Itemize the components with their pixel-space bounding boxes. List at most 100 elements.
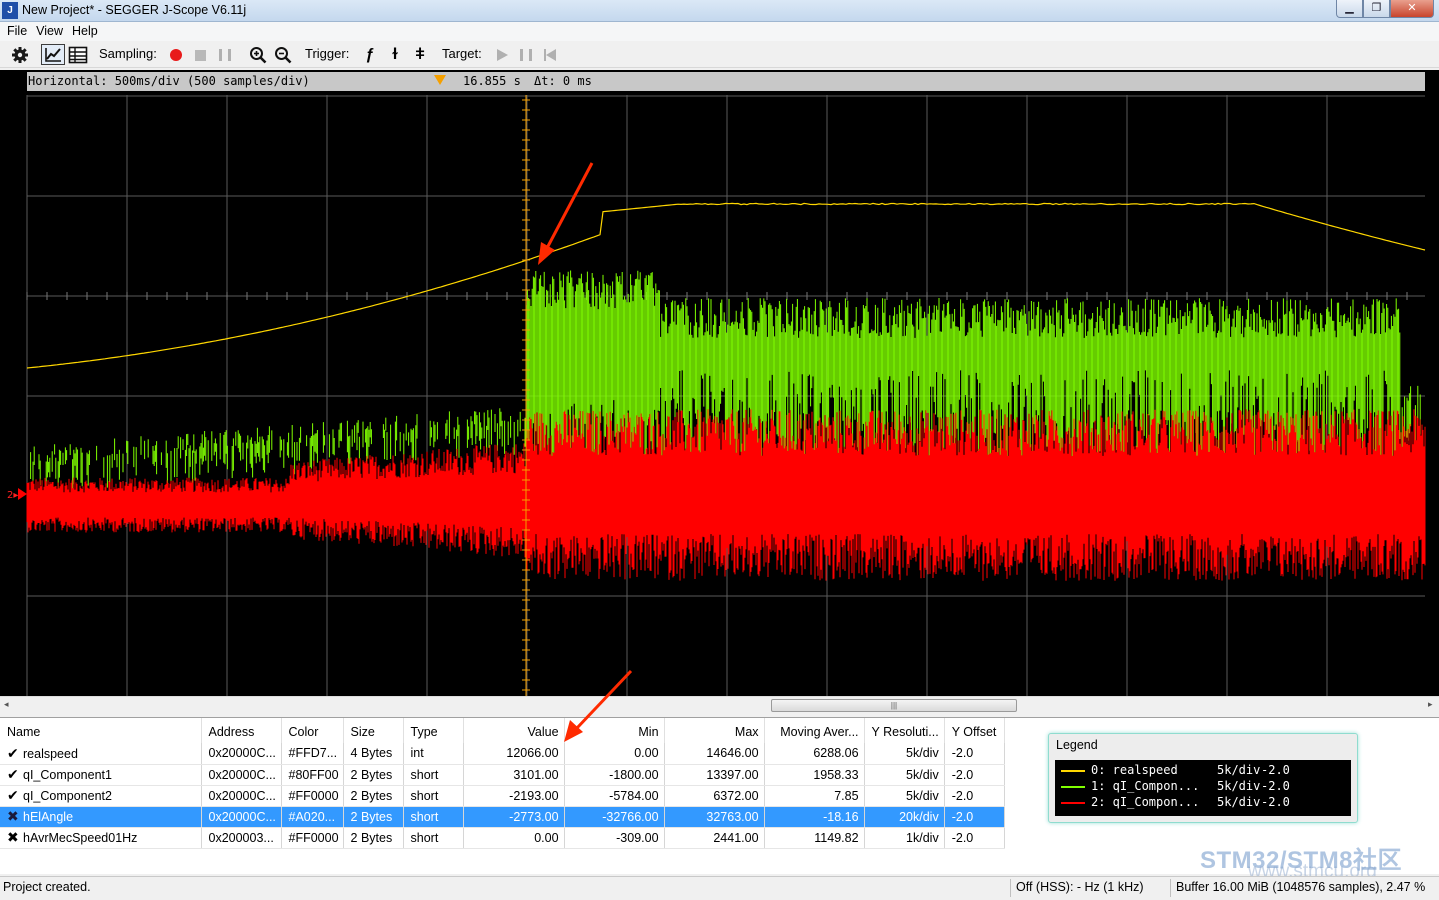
status-bar: Project created. Off (HSS): - Hz (1 kHz)… bbox=[0, 876, 1439, 900]
cross-icon[interactable]: ✖ bbox=[7, 808, 21, 825]
col-type[interactable]: Type bbox=[403, 718, 464, 743]
cross-icon[interactable]: ✖ bbox=[7, 829, 21, 846]
oscilloscope-view[interactable]: Horizontal: 500ms/div (500 samples/div) … bbox=[0, 70, 1439, 696]
channel-offset-marker[interactable]: 2▸ bbox=[7, 490, 18, 501]
legend-title: Legend bbox=[1056, 738, 1098, 752]
legend-resolution: 5k/div bbox=[1217, 763, 1261, 777]
cell-value: -2193.00 bbox=[463, 785, 565, 807]
col-color[interactable]: Color bbox=[281, 718, 344, 743]
col-size[interactable]: Size bbox=[343, 718, 404, 743]
legend-label: 1: qI_Compon... bbox=[1091, 779, 1200, 793]
cell-name: ✔ qI_Component1 bbox=[0, 764, 202, 786]
trigger-falling-button[interactable]: ɫ bbox=[387, 45, 403, 65]
cell-min: -1800.00 bbox=[564, 764, 665, 786]
legend-entry: 1: qI_Compon... 5k/div -2.0 bbox=[1055, 779, 1351, 795]
cell-name: ✖ hAvrMecSpeed01Hz bbox=[0, 827, 202, 849]
table-row[interactable]: ✔ realspeed 0x20000C... #FFD7... 4 Bytes int 1… bbox=[0, 743, 1005, 765]
cell-name: ✔ realspeed bbox=[0, 743, 202, 765]
trigger-rising-button[interactable]: ƒ bbox=[362, 45, 378, 65]
table-header-row: Name Address Color Size Type Value Min M… bbox=[0, 718, 1005, 743]
cell-yres: 1k/div bbox=[864, 827, 945, 849]
col-min[interactable]: Min bbox=[564, 718, 665, 743]
minimize-button[interactable]: ▁ bbox=[1336, 0, 1363, 18]
col-name[interactable]: Name bbox=[0, 718, 202, 743]
waveform-plot[interactable] bbox=[0, 70, 1439, 696]
status-message: Project created. bbox=[3, 880, 91, 894]
play-icon bbox=[496, 49, 508, 61]
stop-button[interactable] bbox=[192, 45, 208, 65]
cell-min: -309.00 bbox=[564, 827, 665, 849]
scope-info-bar: Horizontal: 500ms/div (500 samples/div) … bbox=[27, 72, 1425, 91]
table-row[interactable]: ✖ hElAngle 0x20000C... #A020... 2 Bytes short… bbox=[0, 806, 1005, 828]
trigger-both-icon: ǂ bbox=[415, 46, 425, 63]
scroll-right-icon[interactable]: ▸ bbox=[1428, 699, 1433, 710]
cell-yoff: -2.0 bbox=[944, 827, 1005, 849]
menu-file[interactable]: File bbox=[3, 22, 32, 41]
cell-yoff: -2.0 bbox=[944, 806, 1005, 828]
target-play-button[interactable] bbox=[495, 45, 509, 65]
scroll-thumb[interactable]: ||| bbox=[771, 699, 1017, 712]
checkmark-icon[interactable]: ✔ bbox=[7, 766, 21, 783]
target-reset-button[interactable] bbox=[543, 45, 557, 65]
cell-yres: 5k/div bbox=[864, 743, 945, 765]
sampling-pause-button[interactable] bbox=[217, 45, 233, 65]
app-icon: J bbox=[2, 2, 18, 19]
menu-bar: File View Help bbox=[0, 22, 1439, 41]
table-row[interactable]: ✔ qI_Component1 0x20000C... #80FF00 2 Bytes s… bbox=[0, 764, 1005, 786]
cell-avg: 1958.33 bbox=[764, 764, 865, 786]
cell-yres: 5k/div bbox=[864, 764, 945, 786]
cell-yoff: -2.0 bbox=[944, 743, 1005, 765]
cell-name: ✔ qI_Component2 bbox=[0, 785, 202, 807]
status-separator bbox=[1170, 879, 1171, 897]
close-button[interactable]: ✕ bbox=[1390, 0, 1434, 18]
zoom-in-button[interactable] bbox=[248, 45, 268, 65]
col-max[interactable]: Max bbox=[664, 718, 765, 743]
maximize-button[interactable]: ❐ bbox=[1363, 0, 1390, 18]
checkmark-icon[interactable]: ✔ bbox=[7, 787, 21, 804]
trigger-falling-icon: ɫ bbox=[392, 46, 398, 63]
table-row[interactable]: ✖ hAvrMecSpeed01Hz 0x200003... #FF0000 2 Byt… bbox=[0, 827, 1005, 849]
cell-value: 3101.00 bbox=[463, 764, 565, 786]
table-row[interactable]: ✔ qI_Component2 0x20000C... #FF0000 2 Bytes s… bbox=[0, 785, 1005, 807]
settings-button[interactable] bbox=[10, 45, 30, 65]
graph-view-toggle[interactable] bbox=[41, 44, 65, 65]
cell-size: 2 Bytes bbox=[343, 785, 404, 807]
pause-icon bbox=[520, 49, 532, 61]
legend-offset: -2.0 bbox=[1261, 795, 1290, 809]
cell-color: #A020... bbox=[281, 806, 344, 828]
scroll-left-icon[interactable]: ◂ bbox=[4, 699, 9, 710]
cell-max: 32763.00 bbox=[664, 806, 765, 828]
cell-type: short bbox=[403, 827, 464, 849]
menu-view[interactable]: View bbox=[32, 22, 68, 41]
trigger-marker-icon[interactable] bbox=[434, 75, 446, 85]
legend-label: 2: qI_Compon... bbox=[1091, 795, 1200, 809]
delta-time: Δt: 0 ms bbox=[534, 74, 592, 88]
cell-value: 12066.00 bbox=[463, 743, 565, 765]
cell-avg: -18.16 bbox=[764, 806, 865, 828]
channel-marker-triangle bbox=[18, 488, 27, 500]
record-button[interactable] bbox=[168, 45, 184, 65]
col-address[interactable]: Address bbox=[201, 718, 282, 743]
record-icon bbox=[170, 49, 182, 61]
window-title: New Project* - SEGGER J-Scope V6.11j bbox=[22, 3, 247, 17]
trigger-both-button[interactable]: ǂ bbox=[412, 45, 428, 65]
zoom-out-button[interactable] bbox=[273, 45, 293, 65]
status-buffer: Buffer 16.00 MiB (1048576 samples), 2.47… bbox=[1176, 880, 1426, 894]
col-moving-average[interactable]: Moving Aver... bbox=[764, 718, 865, 743]
checkmark-icon[interactable]: ✔ bbox=[7, 745, 21, 762]
cell-type: int bbox=[403, 743, 464, 765]
target-pause-button[interactable] bbox=[519, 45, 533, 65]
cell-address: 0x20000C... bbox=[201, 743, 282, 765]
col-y-resolution[interactable]: Y Resoluti... bbox=[864, 718, 945, 743]
legend-resolution: 5k/div bbox=[1217, 779, 1261, 793]
horizontal-scrollbar[interactable]: ◂ ||| ▸ bbox=[0, 696, 1439, 713]
variable-name: hElAngle bbox=[23, 810, 74, 824]
legend-panel[interactable]: Legend 0: realspeed 5k/div -2.0 1: qI_Compo… bbox=[1048, 733, 1358, 823]
col-value[interactable]: Value bbox=[463, 718, 565, 743]
cell-yres: 5k/div bbox=[864, 785, 945, 807]
menu-help[interactable]: Help bbox=[68, 22, 103, 41]
cell-yoff: -2.0 bbox=[944, 764, 1005, 786]
variable-name: hAvrMecSpeed01Hz bbox=[23, 831, 138, 845]
table-view-toggle[interactable] bbox=[67, 45, 89, 65]
col-y-offset[interactable]: Y Offset bbox=[944, 718, 1005, 743]
